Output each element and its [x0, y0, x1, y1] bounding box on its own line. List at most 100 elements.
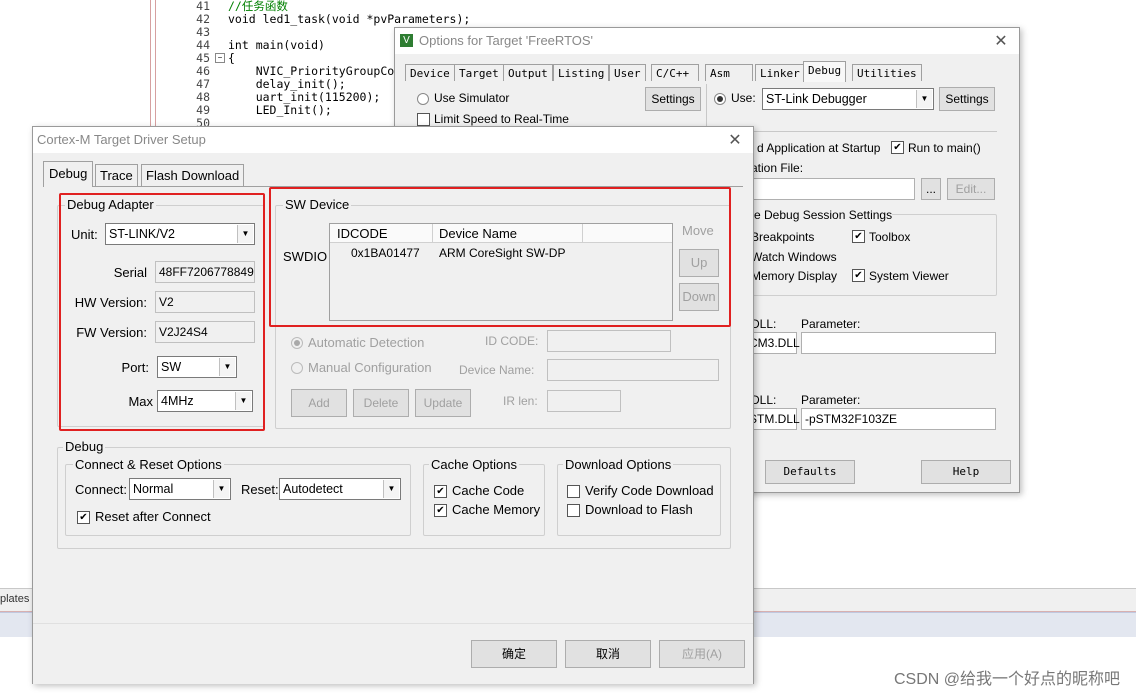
tab-target[interactable]: Target	[454, 64, 504, 81]
driver-dialog-titlebar: Cortex-M Target Driver Setup	[33, 127, 753, 153]
system-viewer-label: System Viewer	[869, 269, 949, 283]
dll-label-2: DLL:	[751, 393, 777, 407]
apply-button[interactable]: 应用(A)	[659, 640, 745, 668]
init-file-input[interactable]	[751, 178, 915, 200]
driver-tab-flash-download[interactable]: Flash Download	[141, 164, 245, 186]
connect-value: Normal	[133, 482, 174, 496]
chevron-down-icon[interactable]: ▼	[916, 90, 932, 108]
breakpoints-label: Breakpoints	[751, 230, 815, 244]
chevron-down-icon[interactable]: ▼	[383, 480, 399, 498]
cache-options-group	[423, 464, 545, 536]
system-viewer-checkbox[interactable]: ✔	[852, 269, 865, 282]
init-file-label: ation File:	[751, 161, 804, 175]
code-line[interactable]: LED_Init();	[228, 104, 332, 117]
code-line[interactable]: void led1_task(void *pvParameters);	[228, 13, 470, 26]
memory-display-label: Memory Display	[751, 269, 838, 283]
debugger-settings-button[interactable]: Settings	[939, 87, 995, 111]
verify-download-checkbox[interactable]	[567, 485, 580, 498]
help-button[interactable]: Help	[921, 460, 1011, 484]
watermark: CSDN @给我一个好点的昵称吧	[893, 671, 1120, 688]
connect-label: Connect:	[75, 482, 128, 497]
highlight-sw-device	[269, 187, 731, 327]
tab-cpp[interactable]: C/C++	[651, 64, 699, 81]
reset-after-connect-checkbox[interactable]: ✔	[77, 511, 90, 524]
fold-toggle-icon[interactable]: −	[215, 53, 225, 63]
connect-select[interactable]: Normal ▼	[129, 478, 231, 500]
debugger-value: ST-Link Debugger	[766, 92, 867, 106]
manual-config-label: Manual Configuration	[308, 360, 432, 375]
download-to-flash-checkbox[interactable]	[567, 504, 580, 517]
cache-memory-label: Cache Memory	[452, 502, 541, 517]
reset-value: Autodetect	[283, 482, 343, 496]
options-dialog-title: Options for Target 'FreeRTOS'	[419, 33, 594, 48]
options-close-icon[interactable]: ✕	[991, 31, 1011, 51]
cancel-button[interactable]: 取消	[565, 640, 651, 668]
ir-len-label: IR len:	[503, 394, 538, 408]
download-options-title: Download Options	[563, 457, 674, 472]
cache-memory-checkbox[interactable]: ✔	[434, 504, 447, 517]
device-name-label: Device Name:	[459, 363, 535, 377]
id-code-input[interactable]	[547, 330, 671, 352]
parameter-label-1: Parameter:	[801, 317, 861, 331]
tab-user[interactable]: User	[609, 64, 646, 81]
run-to-main-checkbox[interactable]: ✔	[891, 141, 904, 154]
verify-download-label: Verify Code Download	[585, 483, 714, 498]
code-line[interactable]: int main(void)	[228, 39, 325, 52]
cache-options-title: Cache Options	[429, 457, 519, 472]
connect-reset-title: Connect & Reset Options	[73, 457, 224, 472]
ir-len-input[interactable]	[547, 390, 621, 412]
tab-linker[interactable]: Linker	[755, 64, 805, 81]
reset-label: Reset:	[241, 482, 279, 497]
driver-close-icon[interactable]: ✕	[725, 130, 745, 150]
tab-output[interactable]: Output	[503, 64, 553, 81]
browse-init-button[interactable]: ...	[921, 178, 941, 200]
manual-config-radio[interactable]	[291, 362, 303, 374]
defaults-button[interactable]: Defaults	[765, 460, 855, 484]
use-simulator-radio[interactable]	[417, 93, 429, 105]
driver-tab-trace[interactable]: Trace	[95, 164, 138, 186]
use-simulator-label: Use Simulator	[434, 91, 510, 105]
parameter-label-2: Parameter:	[801, 393, 861, 407]
ok-button[interactable]: 确定	[471, 640, 557, 668]
dll-label-1: DLL:	[751, 317, 777, 331]
reset-after-connect-label: Reset after Connect	[95, 509, 211, 524]
cortex-m-driver-setup-dialog: Cortex-M Target Driver Setup ✕ Debug Tra…	[32, 126, 754, 684]
driver-dialog-title: Cortex-M Target Driver Setup	[37, 132, 206, 147]
reset-select[interactable]: Autodetect ▼	[279, 478, 401, 500]
options-tabstrip: Device Target Output Listing User C/C++ …	[405, 61, 1005, 82]
download-to-flash-label: Download to Flash	[585, 502, 693, 517]
tab-utilities[interactable]: Utilities	[852, 64, 922, 81]
tab-device[interactable]: Device	[405, 64, 455, 81]
update-button[interactable]: Update	[415, 389, 471, 417]
parameter-input-1[interactable]	[801, 332, 996, 354]
driver-tab-debug[interactable]: Debug	[43, 161, 94, 187]
load-app-label: d Application at Startup	[757, 141, 881, 155]
simulator-settings-button[interactable]: Settings	[645, 87, 701, 111]
limit-speed-checkbox[interactable]	[417, 113, 430, 126]
use-debugger-radio[interactable]	[714, 93, 726, 105]
use-label: Use:	[731, 91, 756, 105]
tab-debug[interactable]: Debug	[803, 61, 847, 82]
tab-asm[interactable]: Asm	[705, 64, 753, 81]
automatic-detection-radio[interactable]	[291, 337, 303, 349]
add-button[interactable]: Add	[291, 389, 347, 417]
edit-init-button[interactable]: Edit...	[947, 178, 995, 200]
restore-settings-label: re Debug Session Settings	[750, 208, 893, 222]
debugger-select[interactable]: ST-Link Debugger ▼	[762, 88, 934, 110]
options-dialog-titlebar: V Options for Target 'FreeRTOS'	[395, 28, 1019, 54]
limit-speed-label: Limit Speed to Real-Time	[434, 112, 569, 126]
toolbox-label: Toolbox	[869, 230, 911, 244]
tab-listing[interactable]: Listing	[553, 64, 610, 81]
cache-code-checkbox[interactable]: ✔	[434, 485, 447, 498]
delete-button[interactable]: Delete	[353, 389, 409, 417]
cache-code-label: Cache Code	[452, 483, 525, 498]
toolbox-checkbox[interactable]: ✔	[852, 230, 865, 243]
device-name-input[interactable]	[547, 359, 719, 381]
bottom-tab-templates[interactable]: plates	[0, 589, 30, 609]
watch-windows-label: Watch Windows	[751, 250, 837, 264]
parameter-input-2[interactable]: -pSTM32F103ZE	[801, 408, 996, 430]
chevron-down-icon[interactable]: ▼	[213, 480, 229, 498]
run-to-main-label: Run to main()	[908, 141, 981, 155]
automatic-detection-label: Automatic Detection	[308, 335, 425, 350]
id-code-label: ID CODE:	[485, 334, 539, 348]
